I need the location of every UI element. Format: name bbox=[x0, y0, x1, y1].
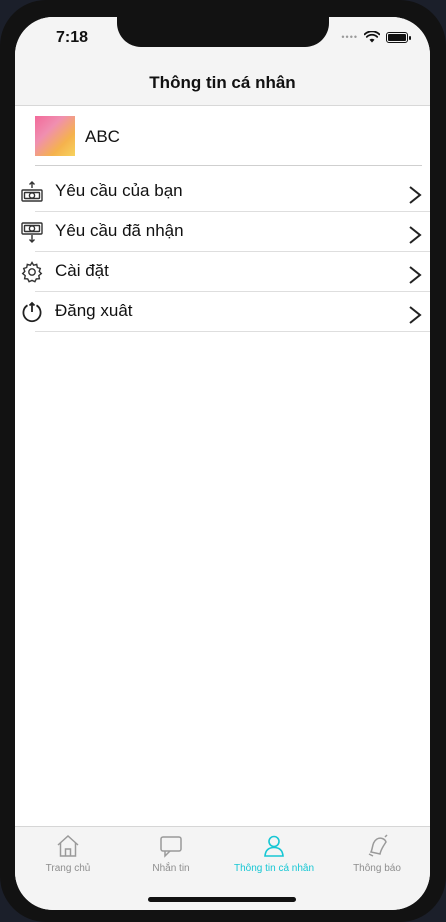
menu-item-label: Đăng xuât bbox=[55, 301, 133, 320]
menu-item-logout[interactable]: Đăng xuât bbox=[15, 292, 430, 332]
tab-messages[interactable]: Nhắn tin bbox=[119, 833, 223, 874]
navigation-bar: Thông tin cá nhân bbox=[15, 61, 430, 106]
menu-item-label: Cài đặt bbox=[55, 261, 109, 280]
send-money-icon bbox=[20, 180, 44, 204]
chat-bubble-icon bbox=[119, 833, 223, 859]
battery-icon bbox=[386, 31, 411, 43]
menu-item-your-requests[interactable]: Yêu cầu của bạn bbox=[15, 172, 430, 212]
tab-bar: Trang chủ Nhắn tin Thông tin cá nhân Thô… bbox=[15, 826, 430, 910]
tab-label: Trang chủ bbox=[45, 863, 91, 874]
page-title: Thông tin cá nhân bbox=[149, 73, 296, 92]
home-indicator bbox=[148, 897, 296, 902]
divider bbox=[35, 165, 422, 166]
tab-profile[interactable]: Thông tin cá nhân bbox=[222, 833, 326, 874]
bell-icon bbox=[325, 833, 429, 859]
chevron-right-icon bbox=[408, 185, 422, 210]
profile-row[interactable]: ABC bbox=[15, 106, 430, 166]
avatar[interactable] bbox=[35, 116, 75, 156]
tab-label: Nhắn tin bbox=[152, 863, 190, 874]
chevron-right-icon bbox=[408, 305, 422, 330]
chevron-right-icon bbox=[408, 265, 422, 290]
screen: 7:18 •••• Thông tin cá nhân ABC Yêu cầu … bbox=[15, 17, 430, 910]
gear-icon bbox=[20, 260, 44, 284]
menu-item-label: Yêu cầu của bạn bbox=[55, 181, 183, 200]
tab-label: Thông tin cá nhân bbox=[233, 863, 315, 874]
home-icon bbox=[16, 833, 120, 859]
menu-item-received-requests[interactable]: Yêu cầu đã nhận bbox=[15, 212, 430, 252]
signal-dots-icon: •••• bbox=[341, 32, 358, 42]
menu-item-settings[interactable]: Cài đặt bbox=[15, 252, 430, 292]
receive-money-icon bbox=[20, 220, 44, 244]
wifi-icon bbox=[364, 31, 380, 43]
tab-notifications[interactable]: Thông báo bbox=[325, 833, 429, 874]
phone-frame: 7:18 •••• Thông tin cá nhân ABC Yêu cầu … bbox=[0, 0, 446, 922]
power-icon bbox=[20, 300, 44, 324]
status-time: 7:18 bbox=[56, 29, 89, 46]
chevron-right-icon bbox=[408, 225, 422, 250]
person-icon bbox=[222, 833, 326, 859]
tab-home[interactable]: Trang chủ bbox=[16, 833, 120, 874]
menu-item-label: Yêu cầu đã nhận bbox=[55, 221, 184, 240]
tab-label: Thông báo bbox=[353, 863, 401, 874]
divider bbox=[35, 331, 430, 332]
menu-list: Yêu cầu của bạn Yêu cầu đã nhận Cài đặt … bbox=[15, 172, 430, 332]
profile-name: ABC bbox=[85, 127, 120, 146]
notch bbox=[117, 17, 329, 47]
status-icons: •••• bbox=[341, 31, 411, 43]
